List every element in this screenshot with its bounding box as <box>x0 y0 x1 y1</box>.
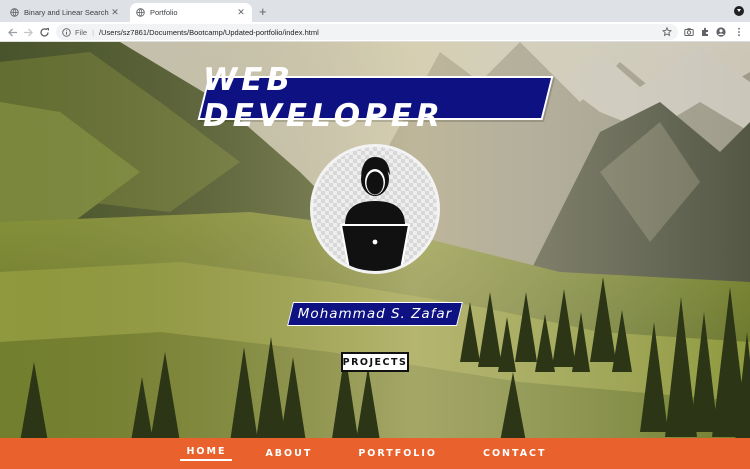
tab-search-icon[interactable] <box>734 6 744 16</box>
browser-toolbar: File | /Users/sz7861/Documents/Bootcamp/… <box>0 22 750 42</box>
extensions-icon[interactable] <box>700 27 710 37</box>
bottom-nav-bar: HOME ABOUT PORTFOLIO CONTACT <box>0 438 750 469</box>
kebab-menu-icon[interactable] <box>734 27 744 37</box>
page-viewport: WEB DEVELOPER Mohammad S. Zafar PROJECTS… <box>0 42 750 469</box>
back-icon[interactable] <box>5 25 19 39</box>
tab-title: Portfolio <box>150 8 178 17</box>
tab-strip: Binary and Linear Search Visu ✕ Portfoli… <box>0 0 750 22</box>
developer-laptop-icon <box>335 157 415 271</box>
tab-title: Binary and Linear Search Visu <box>24 8 110 17</box>
tab-binary-search[interactable]: Binary and Linear Search Visu ✕ <box>4 3 126 22</box>
nav-contact[interactable]: CONTACT <box>468 448 562 459</box>
avatar <box>310 144 440 274</box>
camera-icon[interactable] <box>684 27 694 37</box>
globe-icon <box>10 8 19 17</box>
info-icon[interactable] <box>62 27 71 37</box>
profile-avatar-icon[interactable] <box>716 27 726 37</box>
reload-icon[interactable] <box>37 25 51 39</box>
nav-about[interactable]: ABOUT <box>250 448 327 459</box>
url-text[interactable]: /Users/sz7861/Documents/Bootcamp/Updated… <box>99 28 319 37</box>
bookmark-star-icon[interactable] <box>662 27 672 37</box>
close-icon[interactable]: ✕ <box>110 7 120 18</box>
address-bar[interactable]: File | /Users/sz7861/Documents/Bootcamp/… <box>56 24 678 40</box>
page-title: WEB DEVELOPER <box>203 62 444 134</box>
globe-icon <box>136 8 145 17</box>
close-icon[interactable]: ✕ <box>236 7 246 18</box>
developer-name: Mohammad S. Zafar <box>297 306 453 322</box>
forward-icon[interactable] <box>21 25 35 39</box>
nav-home[interactable]: HOME <box>180 446 233 461</box>
projects-button[interactable]: PROJECTS <box>341 352 409 372</box>
url-separator: | <box>92 27 95 37</box>
url-scheme: File <box>75 27 88 37</box>
tab-portfolio[interactable]: Portfolio ✕ <box>130 3 252 22</box>
new-tab-button[interactable]: + <box>259 5 267 19</box>
nav-portfolio[interactable]: PORTFOLIO <box>343 448 452 459</box>
